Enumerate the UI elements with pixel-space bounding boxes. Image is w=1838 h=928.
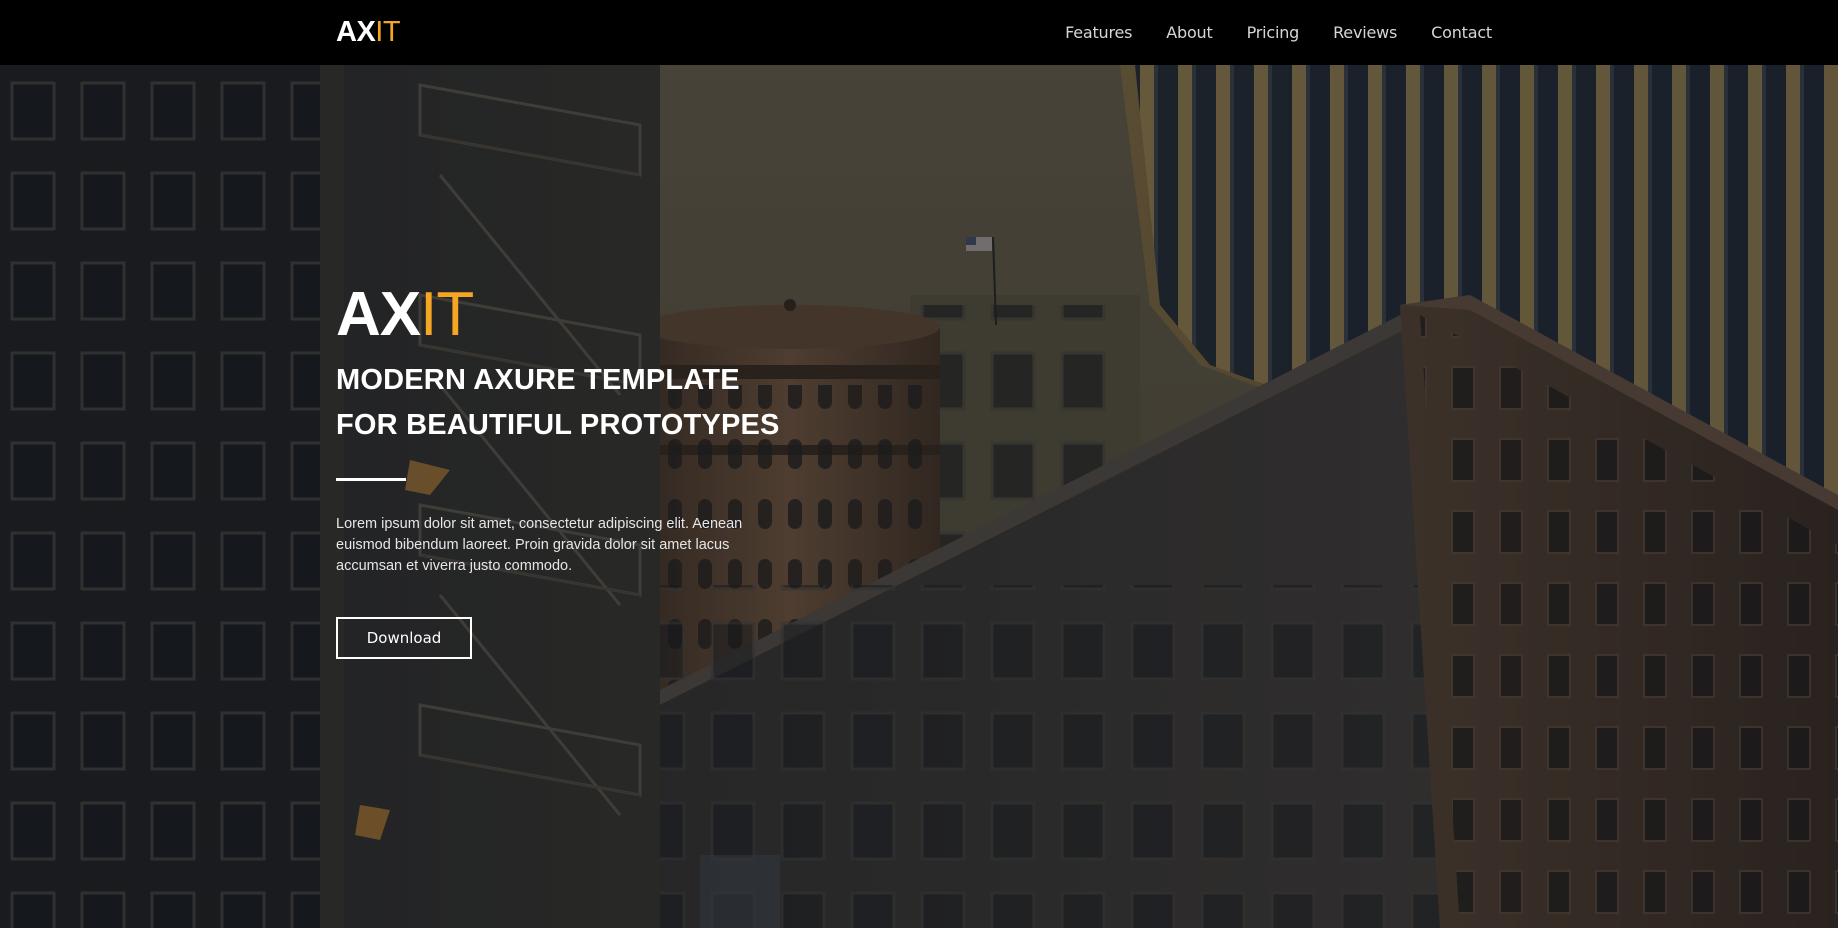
nav-link-reviews[interactable]: Reviews [1333, 23, 1397, 42]
hero-heading-line1: MODERN AXURE TEMPLATE [336, 364, 740, 396]
hero-dark-overlay [0, 65, 1838, 928]
nav-link-contact[interactable]: Contact [1431, 23, 1492, 42]
navbar: AXIT Features About Pricing Reviews Cont… [0, 0, 1838, 65]
hero-heading: MODERN AXURE TEMPLATE FOR BEAUTIFUL PROT… [336, 358, 796, 448]
hero-description: Lorem ipsum dolor sit amet, consectetur … [336, 516, 743, 574]
brand-logo-accent: IT [375, 16, 401, 48]
hero-logo: AXIT [336, 280, 796, 350]
hero-logo-accent: IT [420, 280, 474, 349]
hero-divider [336, 478, 406, 481]
hero-section [0, 65, 1838, 928]
hero-heading-line2: FOR BEAUTIFUL PROTOTYPES [336, 409, 780, 441]
nav-link-features[interactable]: Features [1065, 23, 1132, 42]
hero-logo-primary: AX [336, 280, 421, 349]
brand-logo-link[interactable]: AXIT [336, 14, 401, 50]
nav-link-about[interactable]: About [1166, 23, 1213, 42]
nav-link-pricing[interactable]: Pricing [1247, 23, 1300, 42]
download-button[interactable]: Download [336, 617, 472, 659]
nav-menu: Features About Pricing Reviews Contact [1065, 0, 1492, 65]
brand-logo-primary: AX [336, 16, 376, 48]
hero-content: AXIT MODERN AXURE TEMPLATE FOR BEAUTIFUL… [336, 280, 796, 659]
landing-page: AXIT Features About Pricing Reviews Cont… [0, 0, 1838, 928]
